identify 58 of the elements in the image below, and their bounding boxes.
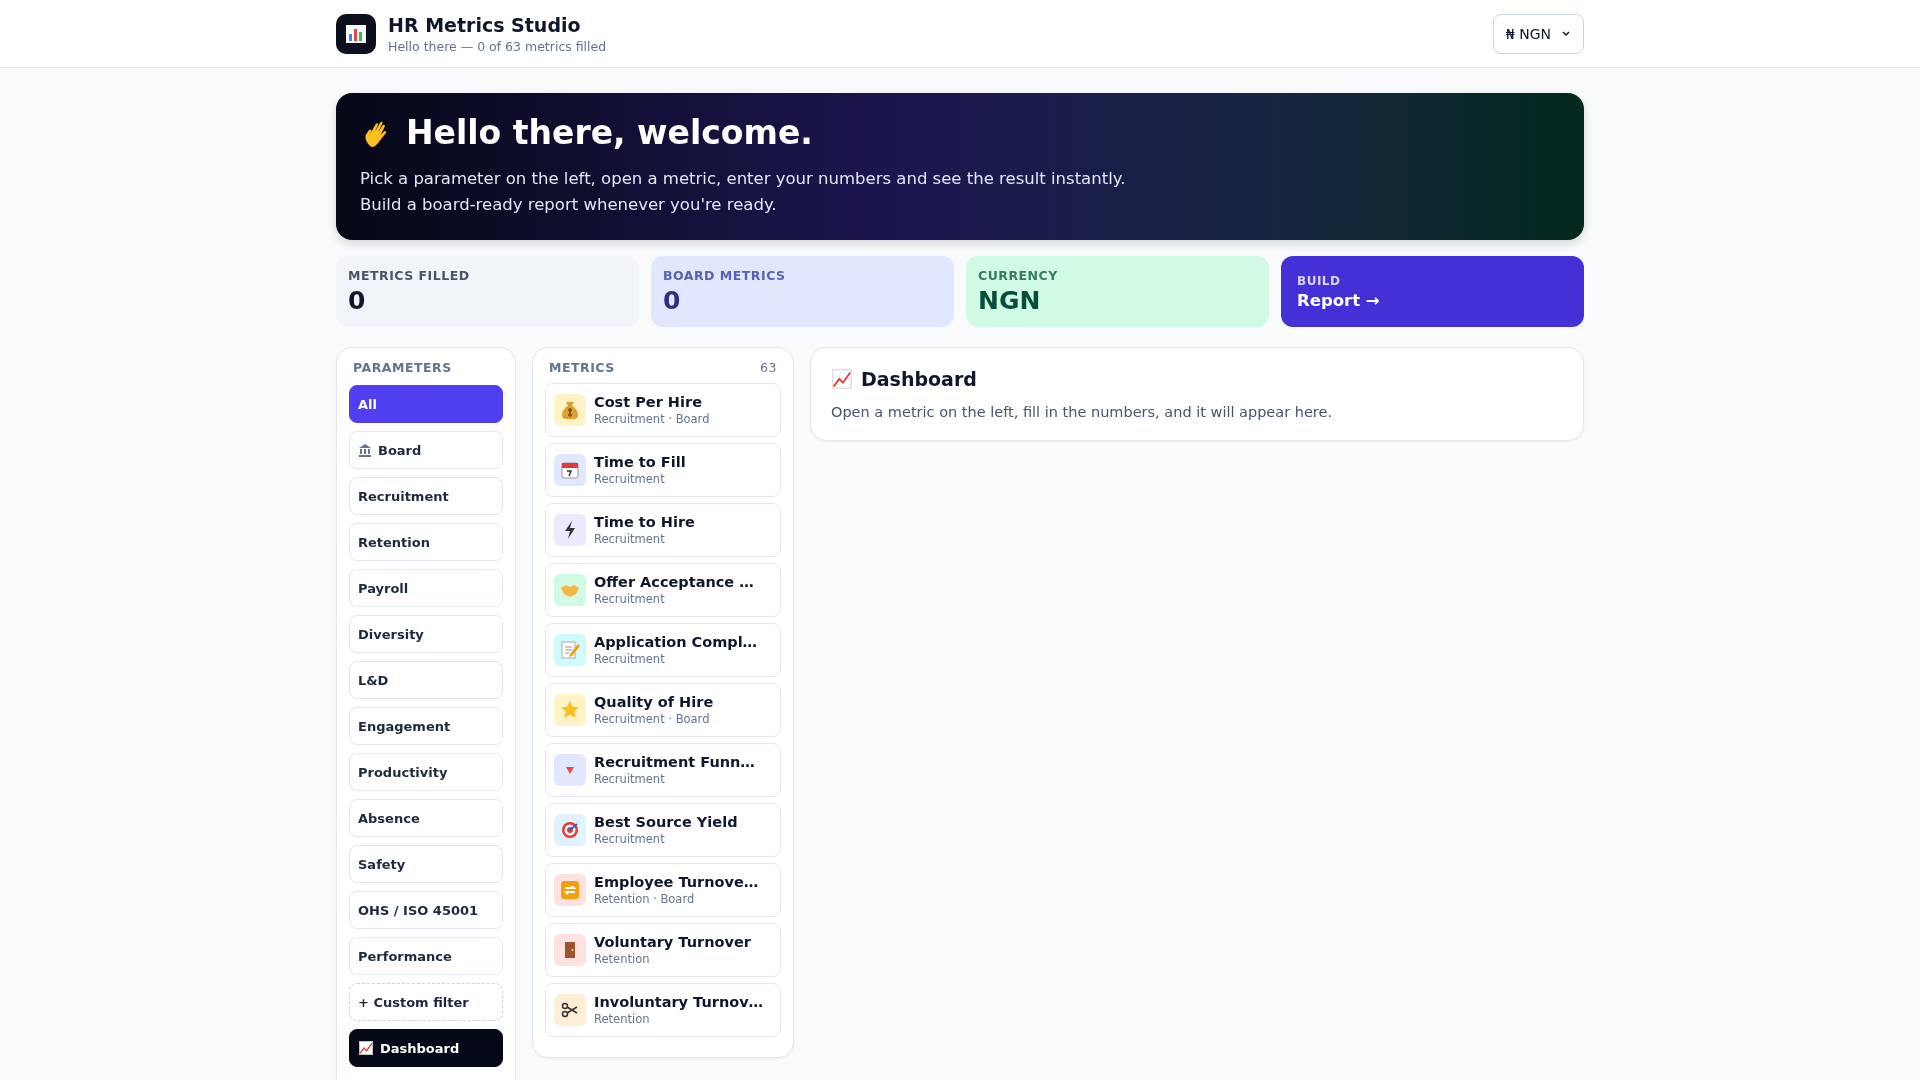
parameter-filter[interactable]: Board — [349, 431, 503, 469]
welcome-text: Build a board-ready report whenever you're ready. — [360, 194, 778, 216]
stat-label: CURRENCY — [978, 268, 1059, 283]
metric-item[interactable]: Recruitment Funn… Recruitment — [545, 743, 781, 797]
chart-icon — [358, 1040, 374, 1056]
app-title: HR Metrics Studio — [388, 13, 582, 36]
welcome-title: Hello there, welcome. — [406, 113, 813, 152]
money-bag-icon — [554, 394, 586, 426]
chart-icon — [831, 368, 853, 390]
parameter-filter[interactable]: All — [349, 385, 503, 423]
stat-value: NGN — [978, 286, 1042, 315]
handshake-icon — [554, 574, 586, 606]
app-subtitle: Hello there — 0 of 63 metrics filled — [388, 38, 608, 54]
panel-heading: METRICS — [549, 360, 615, 375]
dashboard-title: Dashboard — [861, 368, 977, 390]
stat-value: 0 — [663, 286, 682, 315]
metric-item[interactable]: Employee Turnove… Retention · Board — [545, 863, 781, 917]
parameter-filter[interactable]: Performance — [349, 937, 503, 975]
parameter-filter[interactable]: Recruitment — [349, 477, 503, 515]
parameter-filter[interactable]: Diversity — [349, 615, 503, 653]
repeat-icon — [554, 874, 586, 906]
metric-count: 63 — [760, 360, 777, 375]
metric-item[interactable]: Involuntary Turnov… Retention — [545, 983, 781, 1037]
parameter-filter[interactable]: L&D — [349, 661, 503, 699]
scissors-icon — [554, 994, 586, 1026]
calendar-icon — [554, 454, 586, 486]
chevron-down-icon — [1561, 29, 1571, 38]
app-logo — [336, 13, 376, 54]
parameter-filter[interactable]: Retention — [349, 523, 503, 561]
dashboard-hint: Open a metric on the left, fill in the numbers, and it will appear here. — [831, 404, 1334, 420]
notepad-pencil-icon — [554, 634, 586, 666]
parameter-filter[interactable]: Payroll — [349, 569, 503, 607]
build-report-button[interactable]: BUILD Report → — [1281, 256, 1584, 327]
parameter-filter[interactable]: Safety — [349, 845, 503, 883]
welcome-text: Pick a parameter on the left, open a metric, enter your numbers and see the result instantly. — [360, 168, 1127, 190]
target-icon — [554, 814, 586, 846]
stat-label: METRICS FILLED — [348, 268, 471, 283]
parameter-filter[interactable]: Engagement — [349, 707, 503, 745]
custom-filter-button[interactable]: + Custom filter — [349, 983, 503, 1021]
stat-value: 0 — [348, 286, 367, 315]
door-icon — [554, 934, 586, 966]
metric-item[interactable]: Time to Hire Recruitment — [545, 503, 781, 557]
lightning-icon — [554, 514, 586, 546]
parameter-filter[interactable]: Productivity — [349, 753, 503, 791]
panel-heading: PARAMETERS — [353, 360, 452, 375]
parameter-filter[interactable]: OHS / ISO 45001 — [349, 891, 503, 929]
metric-item[interactable]: Cost Per Hire Recruitment · Board — [545, 383, 781, 437]
stat-label: BOARD METRICS — [663, 268, 787, 283]
metric-item[interactable]: Offer Acceptance … Recruitment — [545, 563, 781, 617]
metric-item[interactable]: Best Source Yield Recruitment — [545, 803, 781, 857]
metric-item[interactable]: Quality of Hire Recruitment · Board — [545, 683, 781, 737]
metric-item[interactable]: Application Compl… Recruitment — [545, 623, 781, 677]
dashboard-button[interactable]: Dashboard — [349, 1029, 503, 1067]
metric-item[interactable]: Time to Fill Recruitment — [545, 443, 781, 497]
parameter-filter[interactable]: Absence — [349, 799, 503, 837]
currency-select[interactable]: ₦ NGN — [1492, 13, 1584, 54]
bank-icon — [358, 443, 372, 457]
metric-item[interactable]: Voluntary Turnover Retention — [545, 923, 781, 977]
